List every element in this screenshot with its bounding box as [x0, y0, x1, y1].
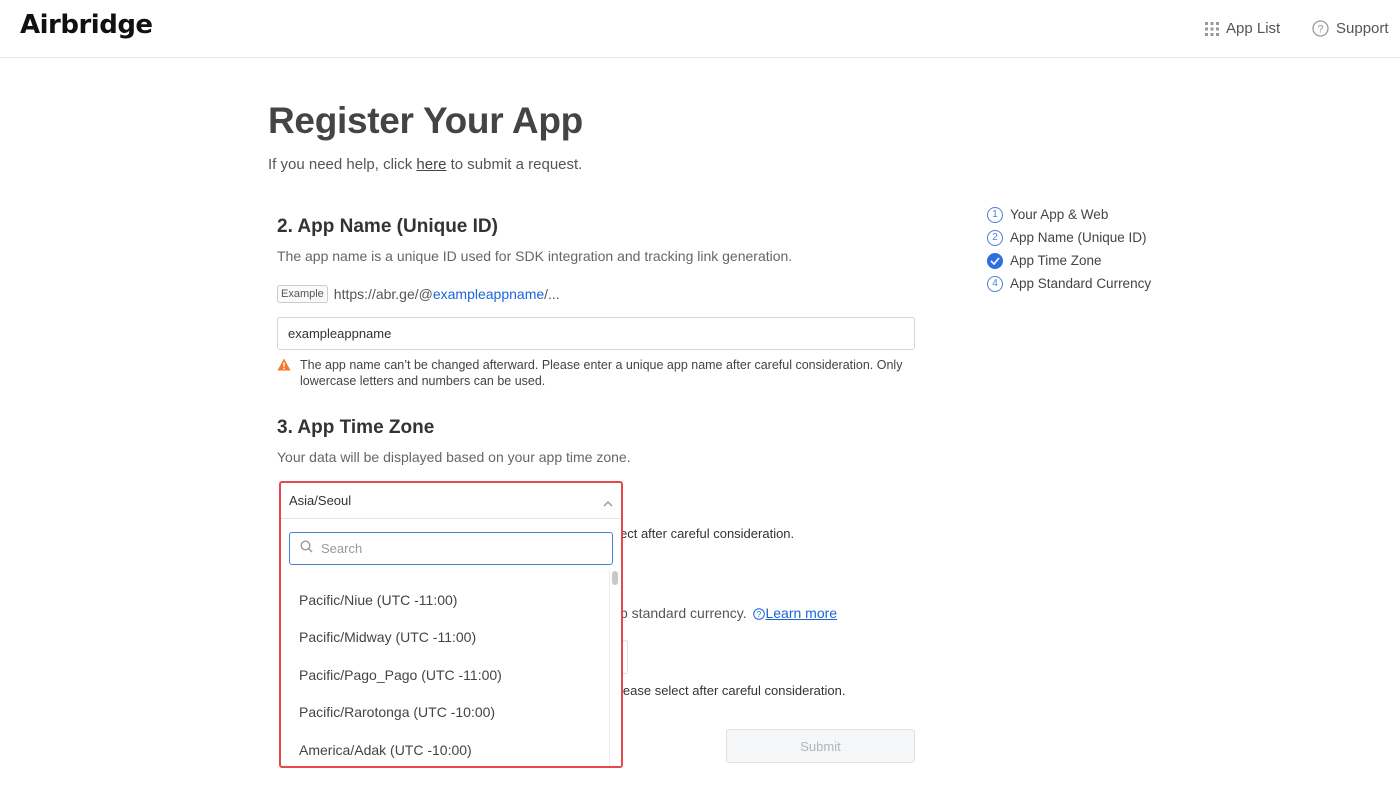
time-zone-option[interactable]: Pacific/Niue (UTC -11:00) [281, 581, 609, 619]
step-app-standard-currency[interactable]: 4 App Standard Currency [987, 272, 1151, 295]
app-name-warning: The app name can’t be changed afterward.… [277, 357, 917, 389]
currency-desc-text: p standard currency. [620, 605, 747, 621]
app-list-label: App List [1226, 20, 1281, 37]
step-number: 4 [987, 275, 1003, 292]
time-zone-option[interactable]: Pacific/Pago_Pago (UTC -11:00) [281, 656, 609, 694]
step-app-name[interactable]: 2 App Name (Unique ID) [987, 226, 1151, 249]
step-label: App Name (Unique ID) [1010, 230, 1147, 245]
time-zone-select[interactable]: Asia/Seoul [281, 483, 621, 519]
check-icon [987, 252, 1003, 269]
grid-icon [1205, 21, 1219, 36]
warning-icon [277, 358, 291, 389]
airbridge-logo[interactable]: Airbridge [20, 10, 153, 40]
step-navigator: 1 Your App & Web 2 App Name (Unique ID) … [987, 203, 1151, 295]
step-app-time-zone[interactable]: App Time Zone [987, 249, 1151, 272]
step-number: 1 [987, 206, 1003, 223]
time-zone-option[interactable]: Pacific/Midway (UTC -11:00) [281, 619, 609, 657]
chevron-up-icon [603, 495, 613, 510]
page-title: Register Your App [268, 100, 583, 141]
app-name-title: 2. App Name (Unique ID) [277, 216, 498, 237]
submit-button[interactable]: Submit [726, 729, 915, 763]
support-label: Support [1336, 20, 1389, 37]
example-suffix: /... [544, 286, 560, 302]
support-link[interactable]: ? Support [1312, 20, 1389, 37]
help-text: If you need help, click here to submit a… [268, 156, 582, 173]
time-zone-option[interactable]: America/Adak (UTC -10:00) [281, 731, 609, 766]
time-zone-description: Your data will be displayed based on you… [277, 449, 631, 465]
app-list-link[interactable]: App List [1205, 20, 1280, 37]
search-icon [300, 539, 313, 558]
top-bar: Airbridge App List ? Support [0, 0, 1400, 58]
svg-text:?: ? [757, 610, 762, 619]
time-zone-dropdown[interactable]: Asia/Seoul Pacific/Niue (UTC -11:00) Pac… [279, 481, 623, 768]
example-name: exampleappname [432, 286, 545, 302]
scrollbar-track[interactable] [609, 569, 621, 766]
learn-more-icon: ? [753, 607, 766, 623]
step-label: Your App & Web [1010, 207, 1109, 222]
time-zone-options: Pacific/Niue (UTC -11:00) Pacific/Midway… [281, 581, 609, 766]
step-your-app-web[interactable]: 1 Your App & Web [987, 203, 1151, 226]
step-number: 2 [987, 229, 1003, 246]
svg-text:?: ? [1317, 24, 1323, 36]
app-name-description: The app name is a unique ID used for SDK… [277, 248, 793, 264]
help-suffix: to submit a request. [446, 156, 583, 173]
step-label: App Time Zone [1010, 253, 1102, 268]
currency-description: p standard currency. ? Learn more [620, 605, 837, 623]
scrollbar-thumb[interactable] [612, 571, 618, 585]
example-tag: Example [277, 285, 328, 303]
question-circle-icon: ? [1312, 20, 1329, 37]
time-zone-title: 3. App Time Zone [277, 417, 435, 438]
time-zone-note: ect after careful consideration. [620, 526, 795, 541]
learn-more-link[interactable]: Learn more [765, 605, 837, 621]
selected-time-zone: Asia/Seoul [289, 493, 352, 508]
currency-note: lease select after careful consideration… [620, 683, 846, 698]
time-zone-option[interactable]: Pacific/Rarotonga (UTC -10:00) [281, 694, 609, 732]
warning-text: The app name can’t be changed afterward.… [300, 358, 903, 388]
step-label: App Standard Currency [1010, 276, 1152, 291]
search-input[interactable] [321, 541, 591, 556]
help-link[interactable]: here [416, 156, 446, 173]
app-name-input[interactable] [277, 317, 915, 350]
example-row: Example https://abr.ge/@ exampleappname/.… [277, 285, 560, 303]
example-prefix: https://abr.ge/@ [333, 286, 433, 302]
help-prefix: If you need help, click [268, 156, 417, 173]
time-zone-search[interactable] [289, 532, 613, 565]
